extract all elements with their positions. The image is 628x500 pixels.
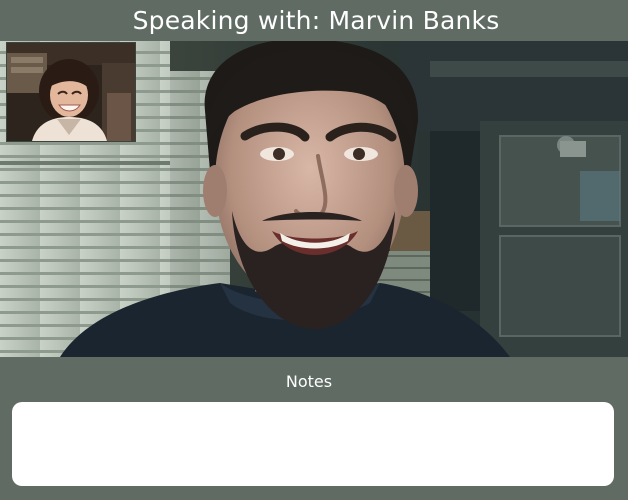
notes-input[interactable]	[12, 402, 614, 486]
notes-label: Notes	[285, 372, 333, 391]
self-view-video	[7, 43, 135, 141]
page-title: Speaking with: Marvin Banks	[132, 6, 500, 35]
header-bar: Speaking with: Marvin Banks	[0, 0, 628, 41]
self-view-image	[7, 43, 135, 141]
